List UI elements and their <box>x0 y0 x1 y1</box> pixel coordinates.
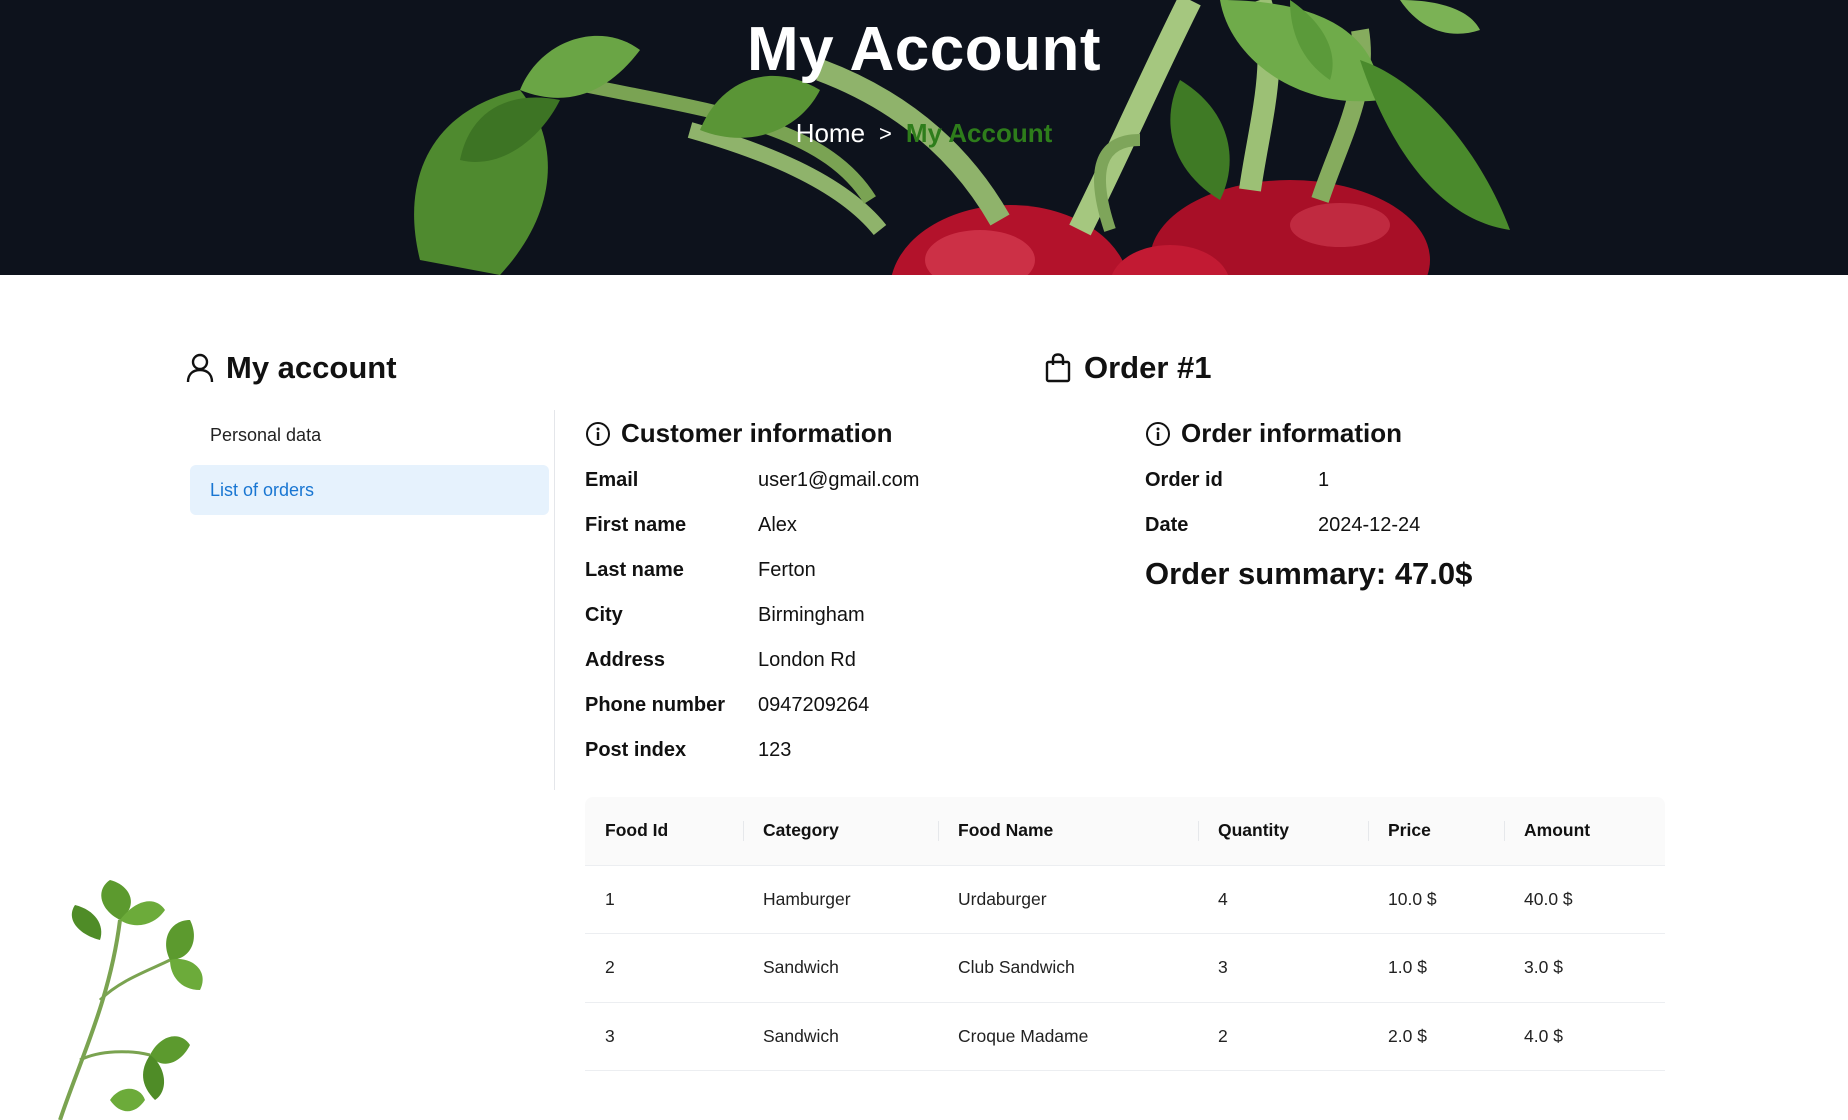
cell-price: 10.0 $ <box>1368 865 1504 934</box>
table-row: 2 Sandwich Club Sandwich 3 1.0 $ 3.0 $ <box>585 933 1665 1003</box>
info-value: 0947209264 <box>758 694 870 716</box>
order-items-table: Food Id Category Food Name Quantity Pric… <box>585 797 1665 1071</box>
info-key: Order id <box>1145 469 1223 491</box>
user-icon <box>186 353 214 383</box>
customer-info-title: Customer information <box>621 418 893 448</box>
info-key: Phone number <box>585 694 726 716</box>
info-key: First name <box>585 514 687 536</box>
customer-info-row: Post index 123 <box>585 739 919 784</box>
customer-info-row: City Birmingham <box>585 604 919 649</box>
customer-info-header: Customer information <box>585 418 893 449</box>
my-account-header: My account <box>186 350 397 386</box>
hero-banner: My Account Home > My Account <box>0 0 1848 275</box>
customer-info-list: Email user1@gmail.com First name Alex La… <box>585 469 919 784</box>
cell-food-id: 3 <box>585 1002 743 1071</box>
table-header-row: Food Id Category Food Name Quantity Pric… <box>585 797 1665 866</box>
breadcrumb: Home > My Account <box>0 118 1848 149</box>
cell-amount: 4.0 $ <box>1504 1002 1665 1071</box>
info-key: Post index <box>585 739 687 761</box>
cell-quantity: 4 <box>1198 865 1368 934</box>
cell-category: Hamburger <box>743 865 938 934</box>
order-info-header: Order information <box>1145 418 1402 449</box>
column-header-price[interactable]: Price <box>1368 797 1504 866</box>
table-row: 3 Sandwich Croque Madame 2 2.0 $ 4.0 $ <box>585 1002 1665 1071</box>
cell-amount: 40.0 $ <box>1504 865 1665 934</box>
info-key: Date <box>1145 514 1189 536</box>
order-summary: Order summary: 47.0$ <box>1145 556 1473 591</box>
info-value: 123 <box>758 739 792 761</box>
info-icon <box>1146 421 1170 446</box>
info-value: 2024-12-24 <box>1318 514 1421 536</box>
info-value: London Rd <box>758 649 856 671</box>
table-row: 1 Hamburger Urdaburger 4 10.0 $ 40.0 $ <box>585 865 1665 934</box>
customer-info-row: Address London Rd <box>585 649 919 694</box>
breadcrumb-separator: > <box>879 120 892 146</box>
cell-amount: 3.0 $ <box>1504 933 1665 1003</box>
info-value: Ferton <box>758 559 816 581</box>
order-info-row: Date 2024-12-24 <box>1145 514 1420 559</box>
cell-category: Sandwich <box>743 1002 938 1071</box>
order-info-list: Order id 1 Date 2024-12-24 <box>1145 469 1420 559</box>
column-header-food-id[interactable]: Food Id <box>585 797 743 866</box>
cell-food-id: 2 <box>585 933 743 1003</box>
breadcrumb-home-link[interactable]: Home <box>796 118 865 149</box>
customer-info-row: Last name Ferton <box>585 559 919 604</box>
column-header-food-name[interactable]: Food Name <box>938 797 1198 866</box>
info-value: 1 <box>1318 469 1330 491</box>
cell-price: 2.0 $ <box>1368 1002 1504 1071</box>
breadcrumb-current: My Account <box>905 118 1053 148</box>
sidebar-item-personal-data[interactable]: Personal data <box>190 410 549 460</box>
info-value: Alex <box>758 514 797 536</box>
customer-info-row: Phone number 0947209264 <box>585 694 919 739</box>
parsley-decoration <box>58 880 203 1120</box>
page-hero-title: My Account <box>746 15 1102 84</box>
info-key: Address <box>585 649 666 671</box>
info-key: Last name <box>585 559 684 581</box>
sidebar-item-list-of-orders[interactable]: List of orders <box>190 465 549 515</box>
cell-quantity: 2 <box>1198 1002 1368 1071</box>
shopping-bag-icon <box>1045 353 1071 383</box>
cell-food-name: Croque Madame <box>938 1002 1198 1071</box>
cell-food-id: 1 <box>585 865 743 934</box>
cell-food-name: Urdaburger <box>938 865 1198 934</box>
info-key: City <box>585 604 623 626</box>
cell-food-name: Club Sandwich <box>938 933 1198 1003</box>
order-title: Order #1 <box>1084 350 1212 385</box>
my-account-title: My account <box>226 350 397 385</box>
column-header-quantity[interactable]: Quantity <box>1198 797 1368 866</box>
info-key: Email <box>585 469 639 491</box>
info-value: user1@gmail.com <box>758 469 920 491</box>
column-header-category[interactable]: Category <box>743 797 938 866</box>
cell-category: Sandwich <box>743 933 938 1003</box>
info-value: Birmingham <box>758 604 865 626</box>
cell-price: 1.0 $ <box>1368 933 1504 1003</box>
info-icon <box>586 421 610 446</box>
order-info-title: Order information <box>1181 418 1403 448</box>
customer-info-row: Email user1@gmail.com <box>585 469 919 514</box>
order-info-row: Order id 1 <box>1145 469 1420 514</box>
account-sidebar: Personal data List of orders <box>190 410 555 790</box>
column-header-amount[interactable]: Amount <box>1504 797 1665 866</box>
cell-quantity: 3 <box>1198 933 1368 1003</box>
customer-info-row: First name Alex <box>585 514 919 559</box>
order-header: Order #1 <box>1044 350 1212 386</box>
